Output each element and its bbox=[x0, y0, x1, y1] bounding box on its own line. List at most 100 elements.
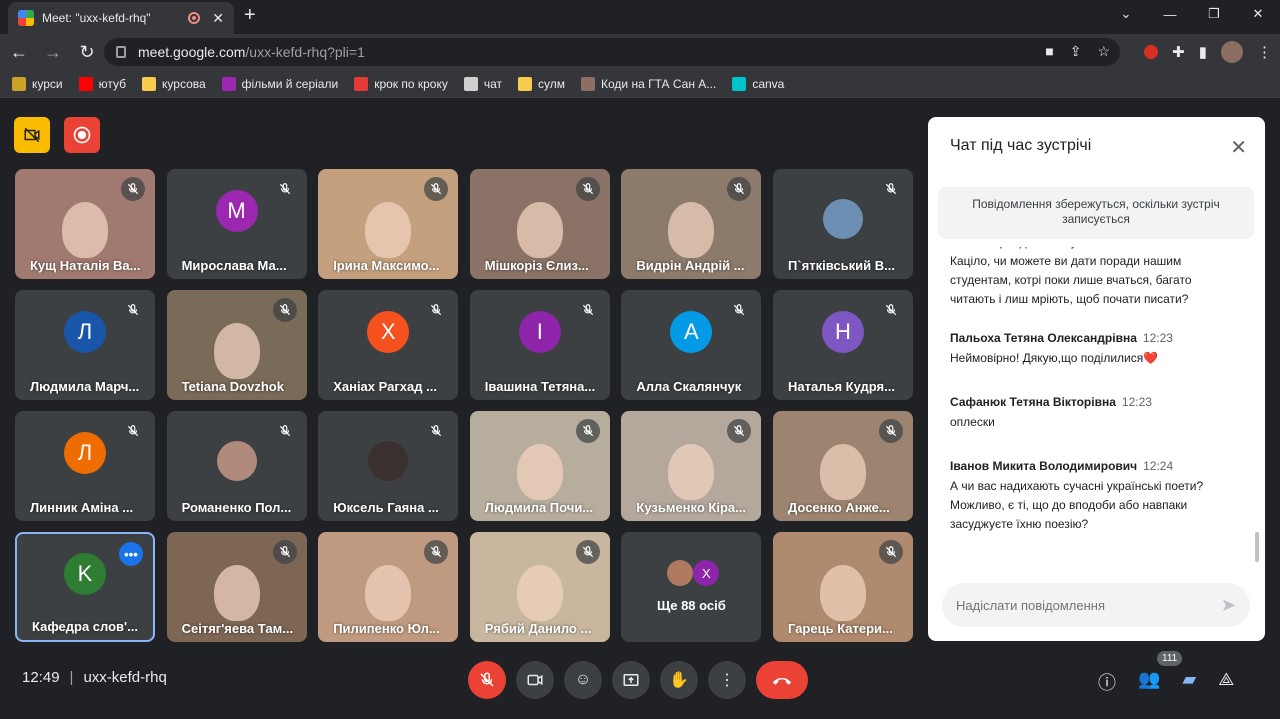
back-button[interactable]: ← bbox=[4, 37, 34, 67]
muted-mic-icon bbox=[575, 298, 600, 322]
chat-message-input[interactable] bbox=[956, 597, 1206, 613]
browser-tab[interactable]: Meet: "uxx-kefd-rhq" ✕ bbox=[8, 2, 234, 34]
participant-tile[interactable]: Сеітяг'яева Там... bbox=[166, 532, 307, 642]
new-tab-button[interactable]: + bbox=[244, 4, 256, 27]
recording-badge[interactable] bbox=[64, 117, 100, 153]
participant-name: П`ятківський В... bbox=[788, 258, 895, 273]
bookmark-icon bbox=[142, 76, 157, 91]
window-controls: ⌄ — ❐ ✕ bbox=[1104, 0, 1280, 28]
participant-tile[interactable]: Видрін Андрій ... bbox=[621, 169, 762, 279]
minimize-button[interactable]: — bbox=[1148, 0, 1192, 28]
chat-icon[interactable]: ▰ bbox=[1182, 669, 1196, 695]
chat-message: Сафанюк Тетяна Вікторівна 12:23 оплески bbox=[950, 395, 1240, 432]
participant-tile[interactable]: M Мирослава Ма... bbox=[166, 169, 307, 279]
participant-tile[interactable]: Кузьменко Кіра... bbox=[621, 411, 762, 521]
video-feed bbox=[820, 444, 866, 500]
participant-tile[interactable]: Гарець Катери... bbox=[773, 532, 913, 642]
no-video-badge[interactable] bbox=[14, 117, 50, 153]
bookmark-star-icon[interactable]: ☆ bbox=[1097, 43, 1110, 60]
bookmark-item[interactable]: Коди на ГТА Сан А... bbox=[581, 76, 716, 91]
muted-mic-icon bbox=[272, 298, 297, 322]
tab-search-icon[interactable]: ⌄ bbox=[1104, 0, 1148, 28]
more-options-button[interactable]: ⋮ bbox=[708, 661, 746, 699]
microphone-toggle[interactable] bbox=[468, 661, 506, 699]
bookmark-icon bbox=[732, 76, 747, 91]
participant-tile[interactable]: Н Наталья Кудря... bbox=[773, 290, 913, 400]
participant-name: Мішкоріз Єлиз... bbox=[484, 258, 589, 273]
muted-mic-icon bbox=[272, 419, 297, 443]
bookmark-label: курсова bbox=[162, 76, 206, 91]
video-feed bbox=[213, 565, 260, 621]
bookmark-icon bbox=[12, 76, 26, 91]
camera-toggle[interactable] bbox=[516, 661, 554, 699]
muted-mic-icon bbox=[272, 540, 297, 564]
forward-button[interactable]: → bbox=[38, 37, 68, 67]
participant-name: Линник Аміна ... bbox=[30, 500, 134, 515]
chat-scrollbar[interactable] bbox=[1255, 532, 1259, 562]
participant-name: Сеітяг'яева Там... bbox=[181, 621, 294, 636]
bookmark-item[interactable]: сулм bbox=[518, 76, 565, 91]
send-icon[interactable]: ➤ bbox=[1221, 595, 1236, 616]
bookmark-item[interactable]: canva bbox=[732, 76, 784, 91]
participant-tile[interactable]: Романенко Пол... bbox=[166, 411, 307, 521]
participant-tile[interactable]: Tetiana Dovzhok bbox=[166, 290, 307, 400]
message-text: стати в прийдешньому письменниками. Пане… bbox=[950, 247, 1203, 306]
reactions-button[interactable]: ☺ bbox=[564, 661, 602, 699]
participant-tile[interactable]: Ірина Максимо... bbox=[318, 169, 459, 279]
participant-tile[interactable]: Л Людмила Марч... bbox=[15, 290, 155, 400]
muted-mic-icon bbox=[272, 177, 297, 201]
extensions-puzzle-icon[interactable]: ✚ bbox=[1172, 43, 1185, 61]
bookmark-label: курси bbox=[32, 76, 63, 91]
side-panel-icon[interactable]: ▮ bbox=[1199, 43, 1207, 61]
share-icon[interactable]: ⇪ bbox=[1070, 43, 1082, 60]
bookmark-item[interactable]: курсова bbox=[142, 76, 206, 91]
participant-tile[interactable]: А Алла Скалянчук bbox=[621, 290, 762, 400]
participant-tile[interactable]: П`ятківський В... bbox=[773, 169, 913, 279]
bookmark-item[interactable]: курси bbox=[12, 76, 63, 91]
bookmark-item[interactable]: чат bbox=[463, 76, 502, 91]
video-feed bbox=[365, 565, 412, 621]
muted-mic-icon bbox=[879, 419, 903, 443]
bookmark-item[interactable]: крок по кроку bbox=[354, 76, 448, 91]
close-window-button[interactable]: ✕ bbox=[1236, 0, 1280, 28]
bookmark-item[interactable]: фільми й серіали bbox=[221, 76, 338, 91]
participant-tile[interactable]: Мішкоріз Єлиз... bbox=[469, 169, 610, 279]
participant-tile[interactable]: Досенко Анже... bbox=[773, 411, 913, 521]
participant-tile[interactable]: Юксель Гаяна ... bbox=[318, 411, 459, 521]
extension-red-icon[interactable] bbox=[1144, 45, 1159, 59]
message-author: Іванов Микита Володимирович bbox=[950, 459, 1138, 473]
participant-tile[interactable]: I Івашина Тетяна... bbox=[469, 290, 610, 400]
participant-tile[interactable]: Рябий Данило ... bbox=[469, 532, 610, 642]
muted-mic-icon bbox=[424, 540, 449, 564]
profile-avatar[interactable] bbox=[1221, 41, 1243, 63]
bookmark-item[interactable]: ютуб bbox=[78, 76, 126, 91]
tab-title: Meet: "uxx-kefd-rhq" bbox=[42, 11, 151, 25]
raise-hand-button[interactable]: ✋ bbox=[660, 661, 698, 699]
close-chat-icon[interactable]: ✕ bbox=[1230, 135, 1247, 160]
people-icon[interactable]: 👥 bbox=[1138, 669, 1160, 695]
participant-name: Івашина Тетяна... bbox=[484, 379, 596, 394]
restore-button[interactable]: ❐ bbox=[1192, 0, 1236, 28]
activities-icon[interactable]: ⟁ bbox=[1218, 669, 1234, 695]
reload-button[interactable]: ↻ bbox=[72, 37, 102, 67]
participant-tile[interactable]: Пилипенко Юл... bbox=[318, 532, 459, 642]
leave-call-button[interactable] bbox=[756, 661, 808, 699]
tab-close-icon[interactable]: ✕ bbox=[212, 10, 224, 27]
participant-tile[interactable]: Людмила Почи... bbox=[469, 411, 610, 521]
omnibox-icons: ■ ⇪ ☆ bbox=[1045, 43, 1110, 60]
participant-tile[interactable]: Кущ Наталія Ва... bbox=[15, 169, 155, 279]
present-button[interactable] bbox=[612, 661, 650, 699]
participant-tile[interactable]: K ••• Кафедра слов'... bbox=[15, 532, 155, 642]
video-feed bbox=[62, 202, 108, 258]
menu-kebab-icon[interactable]: ⋮ bbox=[1257, 43, 1272, 61]
record-icon bbox=[73, 126, 91, 144]
participant-tile[interactable]: Л Линник Аміна ... bbox=[15, 411, 155, 521]
tile-options-icon[interactable]: ••• bbox=[119, 542, 143, 566]
camera-icon[interactable]: ■ bbox=[1045, 43, 1053, 60]
participant-tile[interactable]: Х Ханіах Рагхад ... bbox=[318, 290, 459, 400]
meeting-details-icon[interactable]: ⓘ bbox=[1098, 669, 1116, 695]
address-bar[interactable]: meet.google.com /uxx-kefd-rhq?pli=1 ■ ⇪ … bbox=[104, 38, 1120, 66]
participant-name: Ханіах Рагхад ... bbox=[333, 379, 437, 394]
meeting-info: 12:49 | uxx-kefd-rhq bbox=[22, 669, 167, 686]
participant-tile[interactable]: X Ще 88 осіб bbox=[621, 532, 762, 642]
